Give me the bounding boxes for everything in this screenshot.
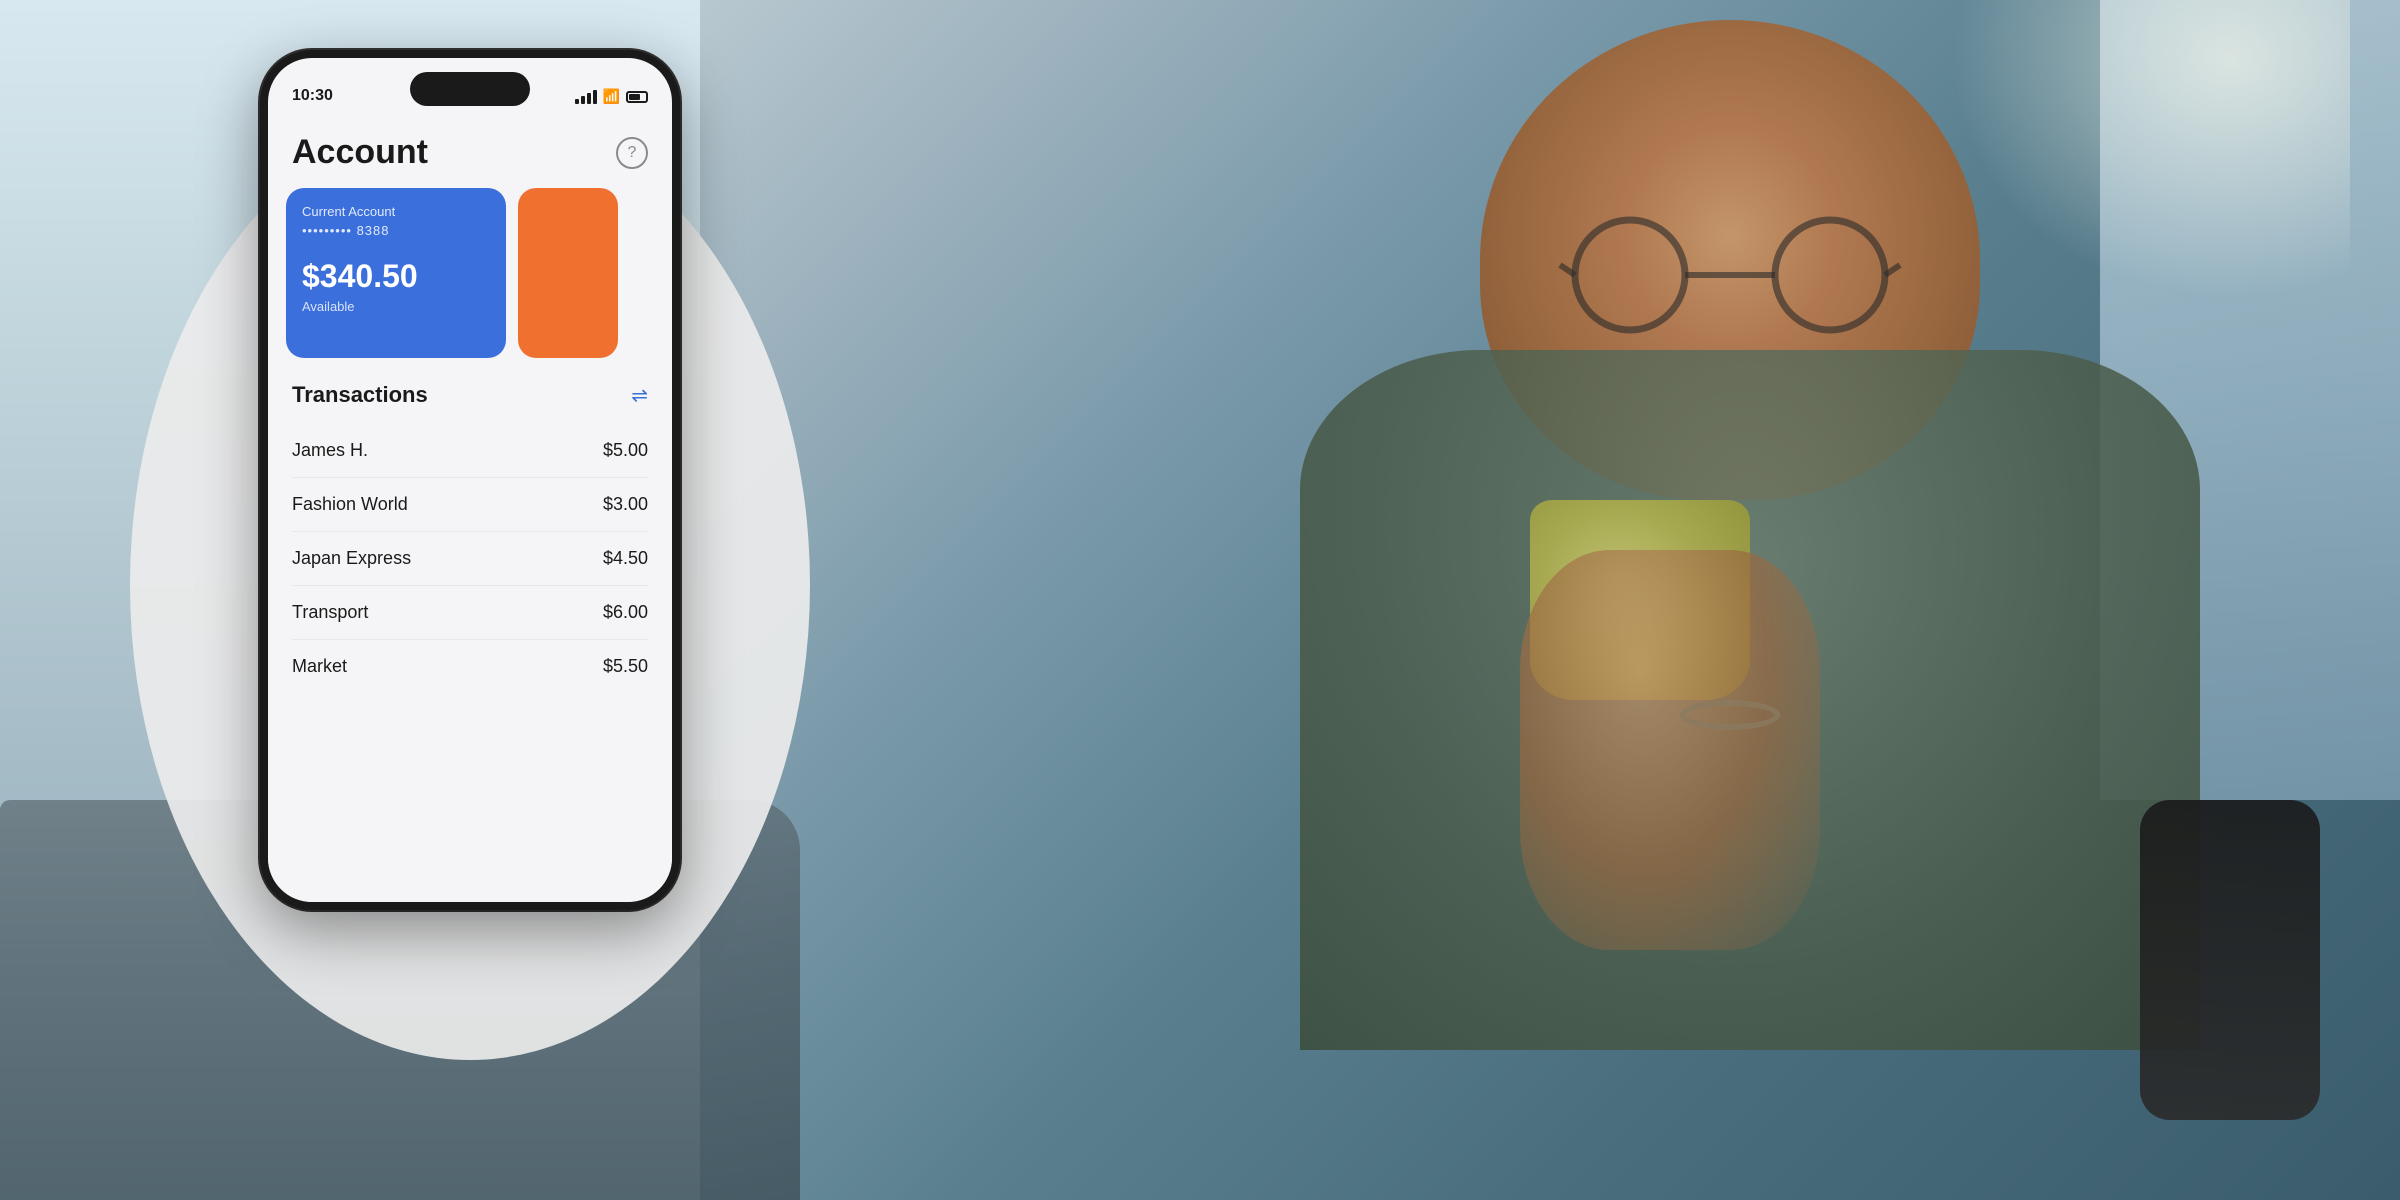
- transaction-amount: $3.00: [603, 494, 648, 515]
- transaction-name: Fashion World: [292, 494, 408, 515]
- screen-content: Account ? Current Account ••••••••• 8388…: [268, 113, 672, 902]
- page-title: Account: [292, 133, 428, 172]
- light-source: [1950, 0, 2350, 300]
- transactions-header: Transactions ⇌: [268, 358, 672, 424]
- transaction-name: Transport: [292, 602, 368, 623]
- transaction-amount: $4.50: [603, 548, 648, 569]
- status-icons: 📶: [575, 88, 648, 105]
- help-icon: ?: [628, 144, 637, 162]
- card-available: Available: [302, 299, 490, 314]
- transaction-item[interactable]: Market $5.50: [292, 640, 648, 693]
- signal-icon: [575, 90, 597, 104]
- status-time: 10:30: [292, 87, 333, 105]
- transaction-amount: $5.50: [603, 656, 648, 677]
- signal-bar-1: [575, 99, 579, 104]
- card-number: ••••••••• 8388: [302, 223, 490, 238]
- battery-icon: [626, 91, 648, 103]
- phone-mockup: 10:30 📶: [260, 50, 680, 910]
- signal-bar-4: [593, 90, 597, 104]
- transaction-item[interactable]: Transport $6.00: [292, 586, 648, 640]
- person-arm: [1520, 550, 1820, 950]
- card-balance: $340.50: [302, 258, 490, 295]
- dynamic-island: [410, 72, 530, 106]
- signal-bar-3: [587, 93, 591, 104]
- transaction-name: Japan Express: [292, 548, 411, 569]
- transaction-item[interactable]: James H. $5.00: [292, 424, 648, 478]
- circle-zoom-container: 10:30 📶: [130, 50, 810, 1150]
- cards-section: Current Account ••••••••• 8388 $340.50 A…: [268, 188, 672, 358]
- wifi-icon: 📶: [603, 88, 620, 105]
- transaction-item[interactable]: Japan Express $4.50: [292, 532, 648, 586]
- help-button[interactable]: ?: [616, 137, 648, 169]
- transaction-amount: $5.00: [603, 440, 648, 461]
- current-account-card[interactable]: Current Account ••••••••• 8388 $340.50 A…: [286, 188, 506, 358]
- transaction-name: Market: [292, 656, 347, 677]
- signal-bar-2: [581, 96, 585, 104]
- person-phone: [2140, 800, 2320, 1120]
- phone-screen: 10:30 📶: [268, 58, 672, 902]
- page-header: Account ?: [268, 113, 672, 188]
- secondary-account-card[interactable]: [518, 188, 618, 358]
- bracelet: [1680, 700, 1780, 730]
- transaction-item[interactable]: Fashion World $3.00: [292, 478, 648, 532]
- glasses: [1540, 210, 1920, 340]
- transaction-list: James H. $5.00 Fashion World $3.00 Japan…: [268, 424, 672, 693]
- transactions-sort-icon[interactable]: ⇌: [631, 383, 648, 408]
- transaction-name: James H.: [292, 440, 368, 461]
- transactions-title: Transactions: [292, 382, 428, 408]
- transaction-amount: $6.00: [603, 602, 648, 623]
- battery-fill: [629, 94, 640, 100]
- card-label: Current Account: [302, 204, 490, 219]
